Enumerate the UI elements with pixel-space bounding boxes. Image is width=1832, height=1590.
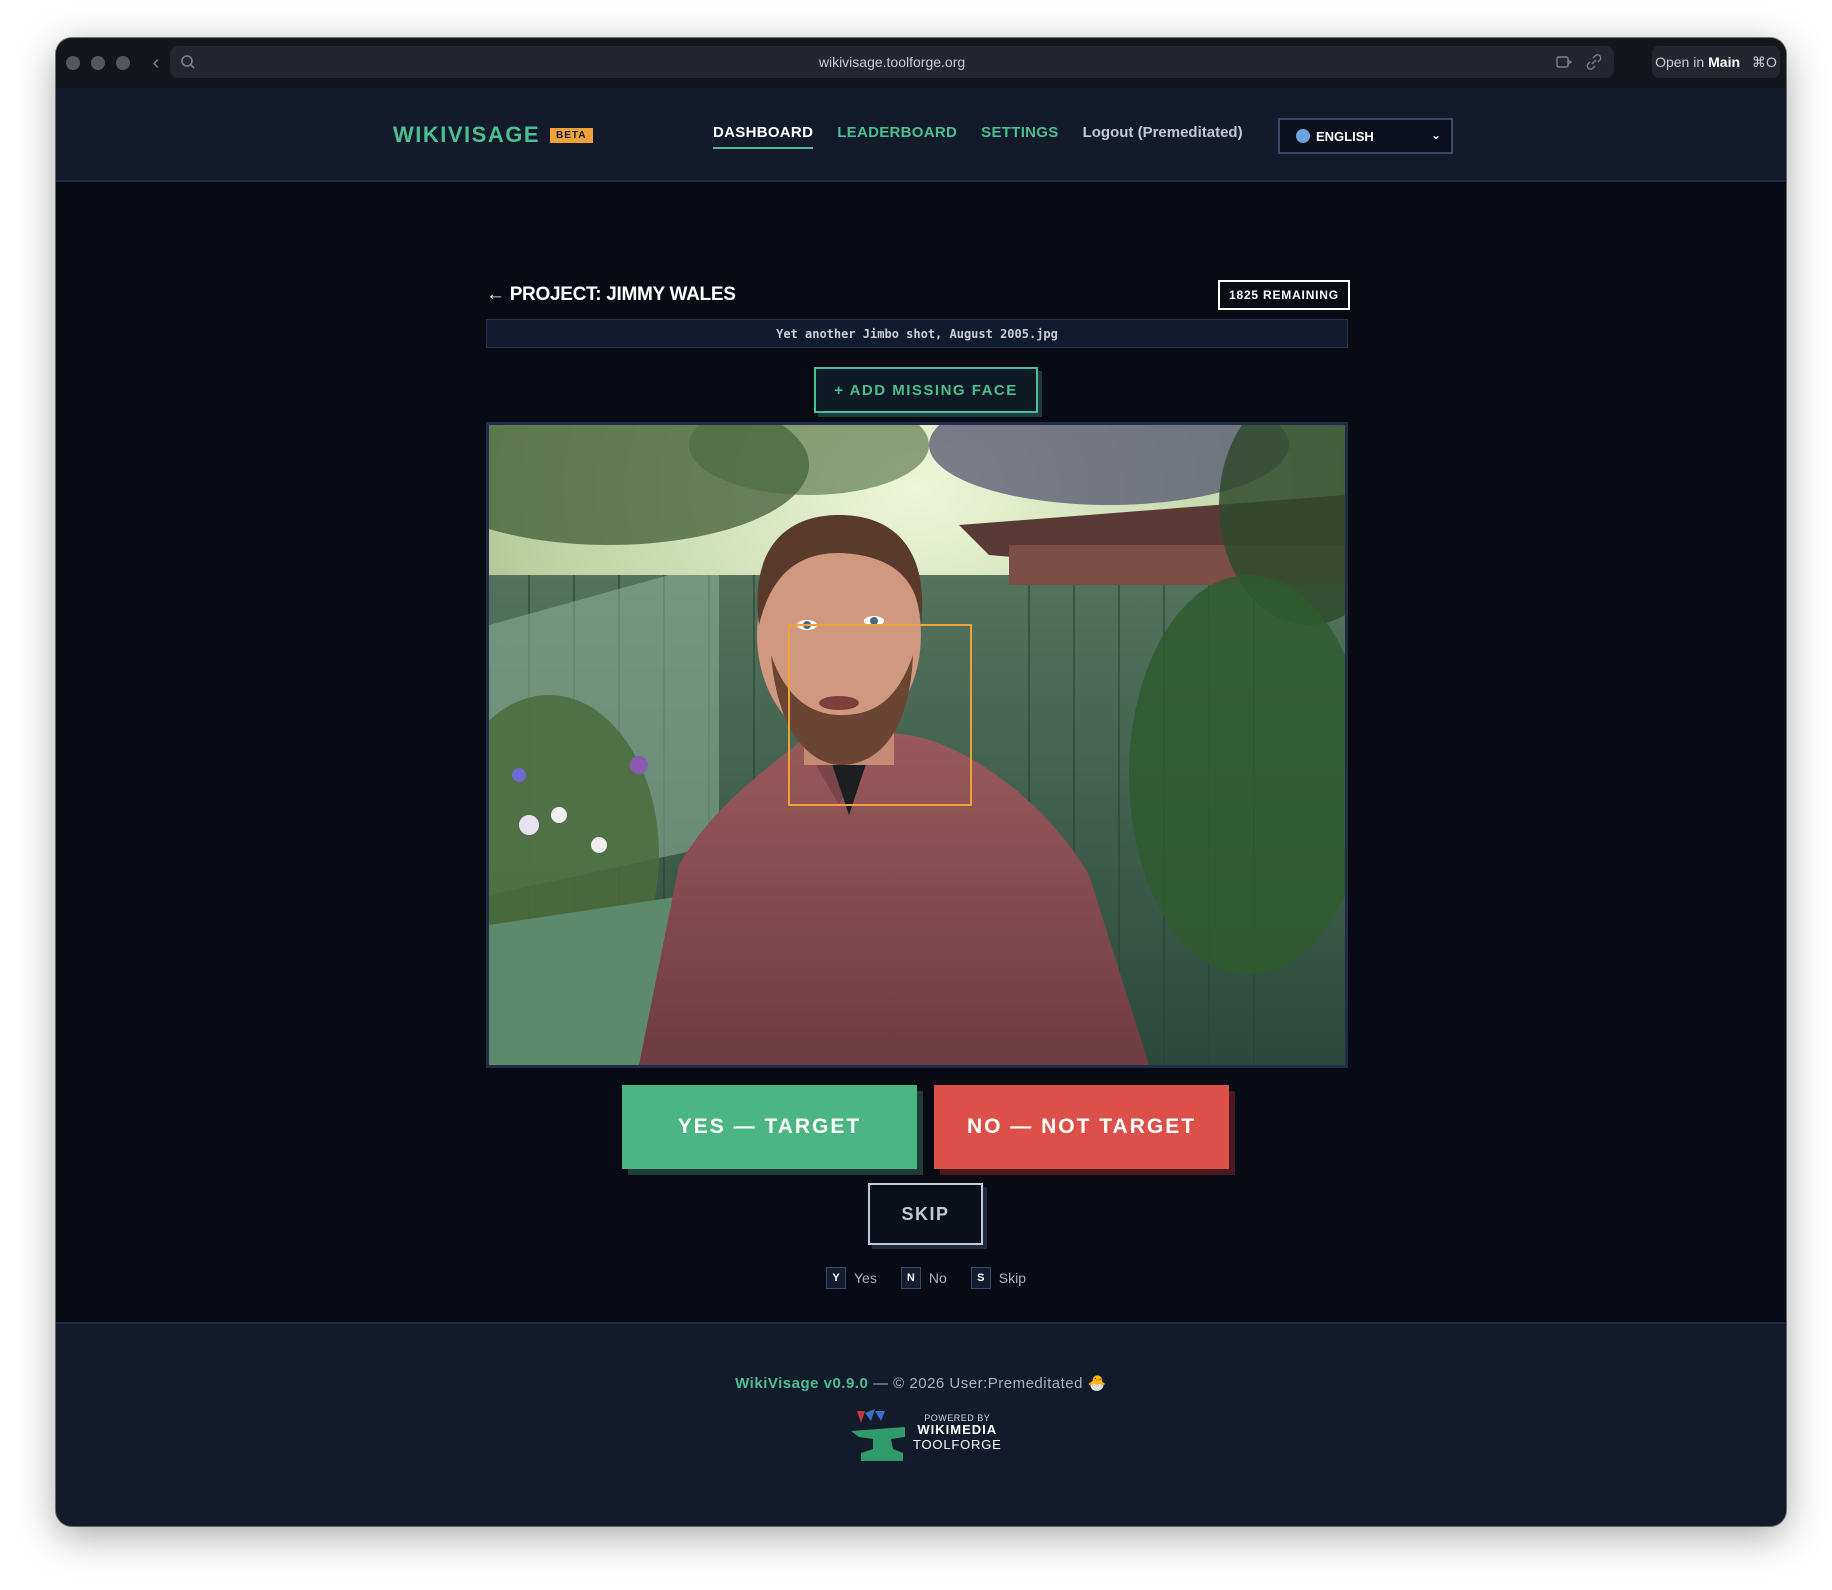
toolforge-badge[interactable]: POWERED BY WIKIMEDIA TOOLFORGE: [851, 1407, 1011, 1463]
nav-dashboard[interactable]: DASHBOARD: [713, 124, 814, 149]
open-in-main-button[interactable]: Open in Main ⌘O: [1652, 46, 1780, 78]
remaining-badge: 1825 REMAINING: [1218, 280, 1350, 310]
footer-credits: WikiVisage v0.9.0 — © 2026 User:Premedit…: [56, 1374, 1786, 1392]
page-footer: WikiVisage v0.9.0 — © 2026 User:Premedit…: [56, 1322, 1786, 1526]
shortcut-key: Y: [826, 1267, 846, 1289]
back-icon[interactable]: ‹: [148, 52, 164, 75]
close-window-button[interactable]: [66, 56, 80, 70]
version-link[interactable]: WikiVisage v0.9.0: [735, 1375, 868, 1392]
shortcut-label: Yes: [854, 1270, 877, 1286]
project-title-link[interactable]: ← PROJECT: JIMMY WALES: [486, 284, 736, 306]
toolforge-text: POWERED BY WIKIMEDIA TOOLFORGE: [913, 1413, 1002, 1453]
photo-viewer[interactable]: [486, 422, 1348, 1068]
window-controls: [66, 56, 130, 70]
copyright-text: — © 2026 User:Premeditated: [868, 1375, 1088, 1392]
app-header: WIKIVISAGE BETA DASHBOARD LEADERBOARD SE…: [56, 88, 1786, 182]
browser-toolbar: ‹ wikivisage.toolforge.org Open in Main …: [56, 38, 1786, 88]
no-not-target-button[interactable]: NO — NOT TARGET: [934, 1085, 1229, 1169]
shortcut-key: N: [900, 1267, 921, 1289]
shortcut-key: S: [970, 1267, 991, 1289]
filename-bar: Yet another Jimbo shot, August 2005.jpg: [486, 319, 1348, 348]
shortcut-label: No: [928, 1270, 947, 1286]
shortcut-skip: S Skip: [970, 1267, 1026, 1289]
search-icon: [181, 55, 195, 69]
logout-link[interactable]: Logout (Premeditated): [1083, 124, 1243, 149]
shortcut-yes: Y Yes: [826, 1267, 877, 1289]
zoom-window-button[interactable]: [116, 56, 130, 70]
language-value: ENGLISH: [1316, 128, 1374, 144]
address-bar[interactable]: wikivisage.toolforge.org: [170, 46, 1614, 78]
shortcut-label: Skip: [998, 1270, 1026, 1286]
add-missing-face-button[interactable]: + ADD MISSING FACE: [814, 367, 1038, 413]
beta-badge: BETA: [550, 127, 593, 143]
face-detection-box[interactable]: [788, 624, 972, 806]
chevron-down-icon: ⌄: [1430, 128, 1441, 142]
wikimedia-label: WIKIMEDIA: [917, 1422, 998, 1438]
chick-icon: 🐣: [1087, 1375, 1107, 1392]
nav-settings[interactable]: SETTINGS: [981, 124, 1058, 149]
yes-target-button[interactable]: YES — TARGET: [622, 1085, 917, 1169]
open-in-label: Open in: [1655, 54, 1705, 70]
reader-icon[interactable]: [1555, 53, 1573, 71]
skip-button[interactable]: SKIP: [868, 1183, 983, 1245]
brand-name: WIKIVISAGE: [393, 122, 541, 147]
toolforge-label: TOOLFORGE: [913, 1437, 1002, 1453]
shortcut-no: N No: [900, 1267, 947, 1289]
url-text: wikivisage.toolforge.org: [818, 54, 966, 70]
keyboard-shortcuts: Y Yes N No S Skip: [826, 1267, 1026, 1289]
globe-icon: [1296, 129, 1310, 143]
project-title: PROJECT: JIMMY WALES: [509, 284, 736, 305]
back-arrow-icon: ←: [486, 284, 505, 305]
language-select[interactable]: ENGLISH ⌄: [1278, 118, 1453, 154]
brand-logo[interactable]: WIKIVISAGE BETA: [393, 122, 593, 148]
main-nav: DASHBOARD LEADERBOARD SETTINGS Logout (P…: [713, 124, 1243, 149]
open-in-shortcut: ⌘O: [1752, 53, 1777, 70]
open-in-target: Main: [1708, 54, 1741, 70]
anvil-icon: [851, 1409, 905, 1461]
nav-leaderboard[interactable]: LEADERBOARD: [837, 124, 957, 149]
minimize-window-button[interactable]: [91, 56, 105, 70]
browser-window: ‹ wikivisage.toolforge.org Open in Main …: [56, 38, 1786, 1526]
link-icon[interactable]: [1585, 53, 1603, 71]
